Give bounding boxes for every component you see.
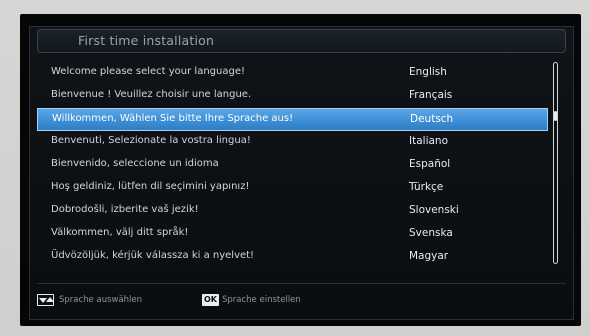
language-list: Welcome please select your language! Eng… [37, 62, 548, 268]
welcome-message: Bienvenue ! Veuillez choisir une langue. [51, 89, 252, 100]
language-option-slovenski[interactable]: Dobrodošli, izberite vaš jezik! Slovensk… [37, 200, 548, 223]
language-name: Svenska [409, 227, 453, 239]
title-bar: First time installation [37, 29, 566, 53]
language-option-francais[interactable]: Bienvenue ! Veuillez choisir une langue.… [37, 85, 548, 108]
welcome-message: Bienvenido, seleccione un idioma [51, 158, 219, 169]
welcome-message: Hoş geldiniz, lütfen dil seçimini yapını… [51, 181, 250, 192]
language-name: Türkçe [409, 181, 444, 193]
language-option-italiano[interactable]: Benvenuti, Selezionate la vostra lingua!… [37, 131, 548, 154]
list-scrollbar[interactable] [553, 62, 558, 264]
language-name: Español [409, 158, 451, 170]
language-name: Deutsch [410, 113, 454, 125]
footer-divider [37, 283, 566, 284]
page-title: First time installation [78, 33, 215, 48]
select-language-hint: Sprache auswählen [59, 295, 143, 305]
footer-hints: Sprache auswählen OK Sprache einstellen [37, 294, 566, 310]
language-name: English [409, 66, 447, 78]
language-option-turkce[interactable]: Hoş geldiniz, lütfen dil seçimini yapını… [37, 177, 548, 200]
up-down-arrows-icon [37, 294, 54, 306]
confirm-language-hint: Sprache einstellen [222, 295, 301, 305]
language-option-magyar[interactable]: Üdvözöljük, kérjük válassza ki a nyelvet… [37, 246, 548, 269]
language-name: Français [409, 89, 453, 101]
language-option-deutsch[interactable]: Willkommen, Wählen Sie bitte Ihre Sprach… [37, 108, 548, 131]
scrollbar-thumb[interactable] [554, 111, 557, 121]
language-name: Slovenski [409, 204, 459, 216]
welcome-message: Dobrodošli, izberite vaš jezik! [51, 204, 199, 215]
welcome-message: Välkommen, välj ditt språk! [51, 227, 189, 238]
language-option-svenska[interactable]: Välkommen, välj ditt språk! Svenska [37, 223, 548, 246]
welcome-message: Willkommen, Wählen Sie bitte Ihre Sprach… [52, 113, 294, 124]
ok-key-icon: OK [202, 294, 219, 306]
language-option-english[interactable]: Welcome please select your language! Eng… [37, 62, 548, 85]
language-name: Italiano [409, 135, 448, 147]
language-name: Magyar [409, 250, 449, 262]
language-option-espanol[interactable]: Bienvenido, seleccione un idioma Español [37, 154, 548, 177]
welcome-message: Benvenuti, Selezionate la vostra lingua! [51, 135, 251, 146]
welcome-message: Welcome please select your language! [51, 66, 245, 77]
welcome-message: Üdvözöljük, kérjük válassza ki a nyelvet… [51, 250, 255, 261]
